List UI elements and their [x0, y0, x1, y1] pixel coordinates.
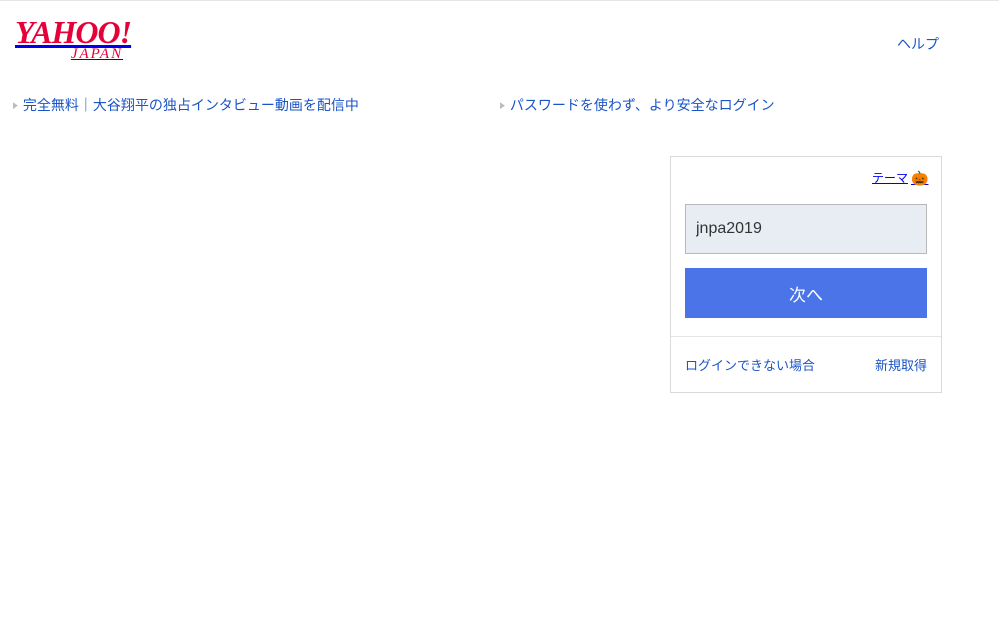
- header-bar: YAHOO! JAPAN ヘルプ: [0, 1, 999, 73]
- login-panel: テーマ 🎃 次へ ログインできない場合 新規取得: [670, 156, 942, 393]
- theme-icon: 🎃: [911, 170, 927, 186]
- register-link[interactable]: 新規取得: [875, 355, 927, 374]
- id-input[interactable]: [685, 204, 927, 254]
- logo-main-text: YAHOO!: [15, 16, 131, 48]
- theme-label-text: テーマ: [872, 169, 908, 186]
- login-form-body: 次へ: [671, 194, 941, 336]
- login-footer: ログインできない場合 新規取得: [671, 336, 941, 392]
- next-button[interactable]: 次へ: [685, 268, 927, 318]
- theme-button[interactable]: テーマ 🎃: [872, 169, 927, 186]
- help-link[interactable]: ヘルプ: [897, 16, 969, 54]
- theme-row: テーマ 🎃: [671, 157, 941, 194]
- promo-row: 完全無料｜大谷翔平の独占インタビュー動画を配信中 パスワードを使わず、より安全な…: [0, 73, 999, 115]
- cannot-login-link[interactable]: ログインできない場合: [685, 355, 815, 374]
- promo-link-ohtani[interactable]: 完全無料｜大谷翔平の独占インタビュー動画を配信中: [12, 95, 359, 115]
- promo-link-safe-login[interactable]: パスワードを使わず、より安全なログイン: [499, 95, 775, 115]
- yahoo-japan-logo[interactable]: YAHOO! JAPAN: [15, 16, 131, 63]
